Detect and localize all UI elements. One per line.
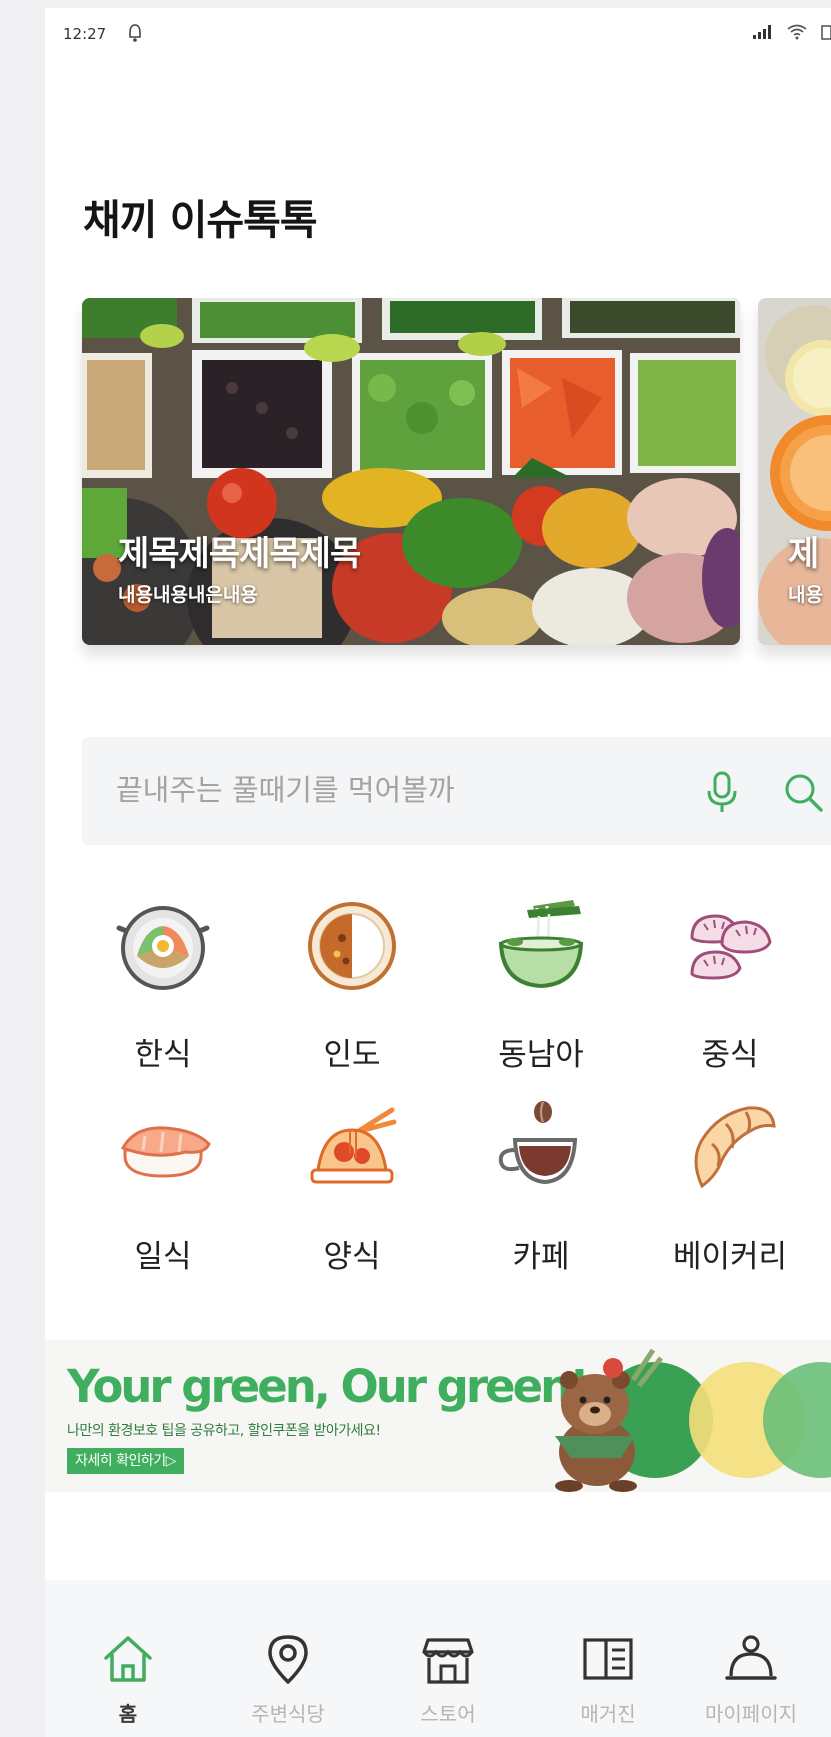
category-southeast-asian[interactable]: 동남아 xyxy=(453,898,623,1073)
category-bakery[interactable]: 베이커리 xyxy=(642,1100,812,1275)
category-western[interactable]: 양식 xyxy=(264,1100,434,1275)
croissant-icon xyxy=(694,1106,776,1189)
carousel-card-subtitle: 내용 xyxy=(788,584,823,606)
store-icon xyxy=(422,1638,474,1684)
category-label: 일식 xyxy=(134,1239,192,1275)
status-indicators xyxy=(753,24,831,40)
user-icon xyxy=(725,1635,777,1680)
category-korean[interactable]: 한식 xyxy=(75,898,245,1073)
tab-label: 주변식당 xyxy=(251,1702,325,1726)
carousel-card[interactable]: 제목제목제목제목 내용내용내은내용 xyxy=(82,298,740,645)
signal-icon xyxy=(753,25,771,39)
issue-carousel[interactable]: 제목제목제목제목 내용내용내은내용 제 내용 xyxy=(82,298,831,648)
tab-my-page[interactable]: 마이페이지 xyxy=(671,1580,831,1737)
carousel-card-title: 제목제목제목제목 xyxy=(118,534,361,574)
tab-label: 마이페이지 xyxy=(705,1702,797,1726)
app-screen: 12:27 채끼 이슈톡톡 제목제목제목제목 내용내용내은내용 제 내용 끝내주… xyxy=(45,8,831,1737)
quokka-mascot-icon xyxy=(555,1348,831,1492)
banner-detail-button[interactable]: 자세히 확인하기▷ xyxy=(67,1448,184,1474)
curry-plate-icon xyxy=(308,902,396,990)
tab-store[interactable]: 스토어 xyxy=(368,1580,528,1737)
status-time: 12:27 xyxy=(63,25,107,43)
tab-home[interactable]: 홈 xyxy=(48,1580,208,1737)
category-japanese[interactable]: 일식 xyxy=(75,1100,245,1275)
tab-label: 매거진 xyxy=(580,1702,636,1726)
category-grid: 한식 인도 동남아 중식 일식 양식 카페 베이커리 xyxy=(45,898,831,1298)
noodle-bowl-icon xyxy=(498,900,584,989)
tab-magazine[interactable]: 매거진 xyxy=(528,1580,688,1737)
category-chinese[interactable]: 중식 xyxy=(642,898,812,1073)
carousel-card-title: 제 xyxy=(788,534,819,574)
category-label: 동남아 xyxy=(498,1037,584,1073)
bibimbap-pot-icon xyxy=(116,906,210,990)
category-label: 카페 xyxy=(512,1239,570,1275)
sushi-icon xyxy=(120,1126,211,1178)
tab-nearby-restaurants[interactable]: 주변식당 xyxy=(208,1580,368,1737)
search-input[interactable] xyxy=(116,767,636,813)
category-label: 중식 xyxy=(701,1037,759,1073)
category-label: 인도 xyxy=(323,1037,381,1073)
category-cafe[interactable]: 카페 xyxy=(453,1100,623,1275)
alarm-icon xyxy=(129,24,141,42)
microphone-icon[interactable] xyxy=(702,769,742,815)
tab-label: 스토어 xyxy=(420,1702,476,1726)
coffee-cup-icon xyxy=(498,1101,578,1185)
banner-subtext: 나만의 환경보호 팁을 공유하고, 할인쿠폰을 받아가세요! xyxy=(67,1423,381,1439)
carousel-card-subtitle: 내용내용내은내용 xyxy=(118,584,258,606)
banner-headline: Your green, Our green! xyxy=(67,1360,590,1413)
wifi-icon xyxy=(787,24,807,40)
search-bar xyxy=(82,737,831,845)
dumplings-icon xyxy=(690,914,772,980)
status-bar: 12:27 xyxy=(45,8,831,60)
tab-label: 홈 xyxy=(118,1702,138,1726)
category-label: 한식 xyxy=(134,1037,192,1073)
category-label: 베이커리 xyxy=(672,1239,788,1275)
category-indian[interactable]: 인도 xyxy=(264,898,434,1073)
magazine-icon xyxy=(583,1638,633,1680)
pasta-icon xyxy=(310,1107,397,1184)
carousel-card[interactable]: 제 내용 xyxy=(758,298,831,645)
category-label: 양식 xyxy=(323,1239,381,1275)
battery-icon xyxy=(821,25,831,40)
location-pin-icon xyxy=(268,1635,308,1684)
bottom-tab-bar: 홈 주변식당 스토어 매거진 마이페이지 xyxy=(45,1580,831,1737)
search-icon[interactable] xyxy=(782,771,826,815)
page-title: 채끼 이슈톡톡 xyxy=(83,196,318,244)
promo-banner[interactable]: Your green, Our green! 나만의 환경보호 팁을 공유하고,… xyxy=(45,1340,831,1492)
home-icon xyxy=(104,1636,152,1682)
